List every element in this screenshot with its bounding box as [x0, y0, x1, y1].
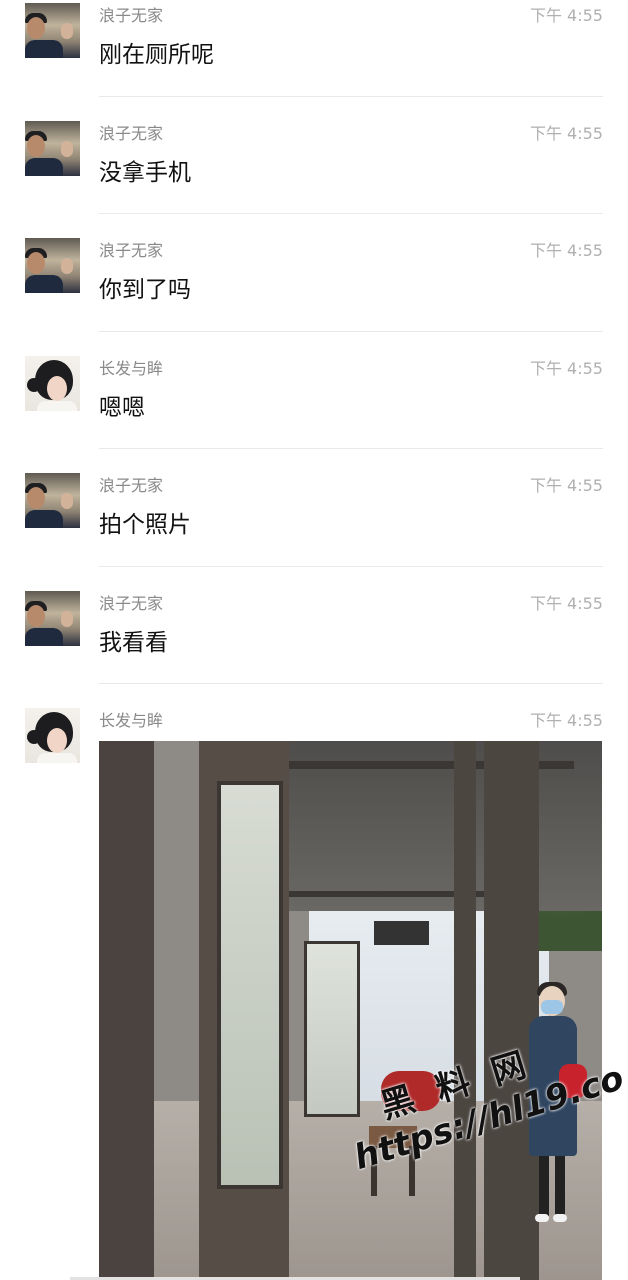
sender-name: 浪子无家	[99, 6, 164, 25]
message-text[interactable]: 我看看	[99, 628, 168, 658]
message-time: 下午 4:55	[529, 594, 603, 613]
sender-avatar[interactable]	[25, 3, 80, 58]
message-text[interactable]: 没拿手机	[99, 158, 191, 188]
sender-name: 长发与眸	[99, 359, 164, 378]
bus-sign	[374, 921, 429, 945]
sender-avatar[interactable]	[25, 591, 80, 646]
message-divider	[99, 96, 603, 97]
message-time: 下午 4:55	[529, 359, 603, 378]
sender-name: 长发与眸	[99, 711, 164, 730]
sender-avatar[interactable]	[25, 356, 80, 411]
sender-avatar[interactable]	[25, 238, 80, 293]
message-text[interactable]: 拍个照片	[99, 510, 191, 540]
message-divider	[99, 213, 603, 214]
sender-name: 浪子无家	[99, 124, 164, 143]
sender-name: 浪子无家	[99, 594, 164, 613]
sender-avatar[interactable]	[25, 121, 80, 176]
message-text[interactable]: 刚在厕所呢	[99, 40, 214, 70]
message-time: 下午 4:55	[529, 476, 603, 495]
sender-name: 浪子无家	[99, 241, 164, 260]
bus-stop-photo[interactable]	[99, 741, 602, 1280]
message-time: 下午 4:55	[529, 711, 603, 730]
shelter-pillar	[454, 741, 476, 1280]
sender-avatar[interactable]	[25, 708, 80, 763]
message-divider	[99, 448, 603, 449]
message-divider	[99, 683, 603, 684]
message-divider	[99, 331, 603, 332]
sender-name: 浪子无家	[99, 476, 164, 495]
sender-avatar[interactable]	[25, 473, 80, 528]
message-time: 下午 4:55	[529, 124, 603, 143]
message-time: 下午 4:55	[529, 241, 603, 260]
message-text[interactable]: 嗯嗯	[99, 393, 145, 423]
message-time: 下午 4:55	[529, 6, 603, 25]
message-divider	[99, 566, 603, 567]
message-text[interactable]: 你到了吗	[99, 275, 191, 305]
shelter-panel	[99, 741, 154, 1280]
